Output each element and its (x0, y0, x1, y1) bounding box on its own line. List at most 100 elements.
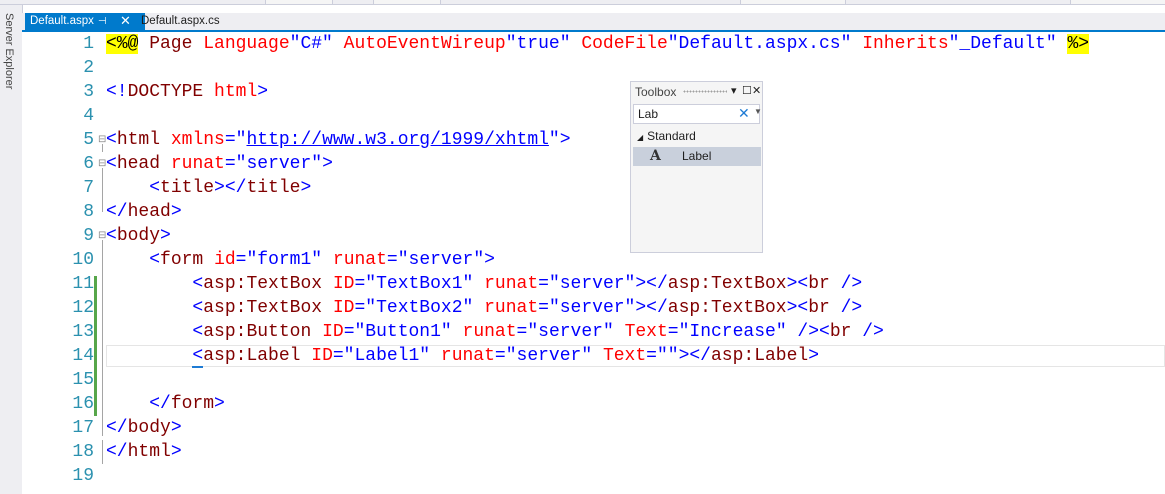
document-tab-bar: Default.aspx ⊣ ✕ Default.aspx.cs (22, 13, 1165, 30)
tag: html (116, 130, 161, 150)
bracket: /> (851, 322, 884, 342)
toolbox-search-input[interactable]: Lab ✕ ▼ (633, 104, 762, 124)
value: "C#" (289, 34, 333, 54)
maximize-icon[interactable]: ☐ (742, 82, 752, 100)
bracket: > (257, 82, 269, 102)
directive-open: <%@ (106, 34, 139, 54)
tag: DOCTYPE (127, 82, 204, 102)
code-line: <title></title> (106, 176, 311, 200)
tag: br (808, 274, 830, 294)
bracket: >< (786, 298, 809, 318)
attr: runat (484, 274, 539, 294)
tag: asp:TextBox (667, 298, 787, 318)
bracket: > (300, 178, 312, 198)
tag: form (160, 250, 204, 270)
value: =" (224, 130, 247, 150)
server-explorer-tab[interactable]: Server Explorer (0, 5, 23, 494)
line-number: 8 (83, 202, 94, 222)
tag: asp:TextBox (203, 298, 323, 318)
attr: Text (624, 322, 668, 342)
value: "true" (505, 34, 571, 54)
line-number: 1 (83, 34, 94, 54)
code-line: <head runat="server"> (106, 152, 333, 176)
tag: title (246, 178, 301, 198)
tab-default-aspx[interactable]: Default.aspx ⊣ ✕ (25, 13, 145, 30)
code-line: <body> (106, 224, 171, 248)
line-number: 12 (72, 298, 94, 318)
line-number: 4 (83, 106, 94, 126)
attr: ID (332, 274, 355, 294)
toolbar-combo[interactable] (265, 0, 333, 4)
bracket: </ (149, 394, 171, 414)
attr: Language (203, 34, 290, 54)
chevron-down-icon[interactable]: ▼ (754, 107, 762, 116)
bracket: />< (786, 322, 830, 342)
attr: runat (462, 322, 517, 342)
tag: body (127, 418, 171, 438)
toolbox-title: Toolbox (635, 85, 677, 99)
attr: xmlns (170, 130, 225, 150)
value: ="Label1" (332, 346, 431, 366)
toolbar-combo[interactable] (1070, 0, 1165, 4)
line-number: 14 (72, 346, 94, 366)
tag: asp:TextBox (667, 274, 787, 294)
bracket: /> (829, 298, 863, 318)
bracket: /> (829, 274, 863, 294)
line-number: 9 (83, 226, 94, 246)
namespace-link[interactable]: http://www.w3.org/1999/xhtml (246, 130, 548, 150)
line-number: 5 (83, 130, 94, 150)
fold-guide (102, 440, 103, 464)
bracket: </ (106, 418, 128, 438)
tab-default-aspx-cs[interactable]: Default.aspx.cs (136, 13, 226, 30)
value: ="server" (538, 274, 636, 294)
code-editor[interactable]: 1 2 3 4 5 6 7 8 9 10 11 12 13 14 15 16 1… (22, 32, 1165, 494)
bracket: > (484, 250, 495, 270)
attr: runat (170, 154, 225, 174)
pin-icon[interactable]: ⊣ (98, 13, 107, 30)
top-toolbar-strip (0, 0, 1165, 5)
toolbox-item-label[interactable]: A Label (633, 147, 761, 166)
line-number: 10 (72, 250, 94, 270)
tag: html (127, 442, 171, 462)
bracket: < (106, 154, 117, 174)
close-icon[interactable]: ✕ (752, 82, 761, 100)
value: "_Default" (948, 34, 1057, 54)
bracket: >< (786, 274, 809, 294)
bracket: < (106, 130, 117, 150)
bracket: > (170, 418, 182, 438)
toolbar-combo[interactable] (373, 0, 441, 4)
line-number: 2 (83, 58, 94, 78)
code-line: <asp:Button ID="Button1" runat="server" … (106, 320, 884, 344)
attr: Inherits (862, 34, 949, 54)
tag: head (116, 154, 161, 174)
code-line: <asp:TextBox ID="TextBox2" runat="server… (106, 296, 862, 320)
toolbar-combo[interactable] (740, 0, 846, 4)
value: ="server" (494, 346, 593, 366)
clear-icon[interactable]: ✕ (738, 105, 750, 122)
code-line: </head> (106, 200, 182, 224)
attr: runat (484, 298, 539, 318)
chevron-down-icon[interactable]: ▾ (731, 82, 737, 100)
attr: id (214, 250, 236, 270)
code-line: <html xmlns="http://www.w3.org/1999/xhtm… (106, 128, 571, 152)
tag: br (808, 298, 830, 318)
code-line: </html> (106, 440, 182, 464)
directive-close: %> (1067, 34, 1090, 54)
attr: CodeFile (581, 34, 668, 54)
toolbox-group-standard[interactable]: ◢ Standard (637, 129, 696, 143)
line-number: 13 (72, 322, 94, 342)
bracket: ></ (678, 346, 711, 366)
tag: asp:Label (710, 346, 809, 366)
bracket: ></ (635, 298, 668, 318)
code-line: </form> (106, 392, 225, 416)
bracket: < (192, 346, 204, 368)
line-number: 3 (83, 82, 94, 102)
label-control-icon: A (650, 148, 661, 164)
tag: head (127, 202, 171, 222)
toolbox-window[interactable]: Toolbox ▾ ☐ ✕ Lab ✕ ▼ ◢ Standard A Label (630, 81, 763, 253)
line-number: 11 (72, 274, 94, 294)
close-icon[interactable]: ✕ (120, 12, 131, 29)
bracket: ></ (635, 274, 668, 294)
bracket: ></ (214, 178, 247, 198)
drag-grip[interactable] (683, 90, 727, 93)
